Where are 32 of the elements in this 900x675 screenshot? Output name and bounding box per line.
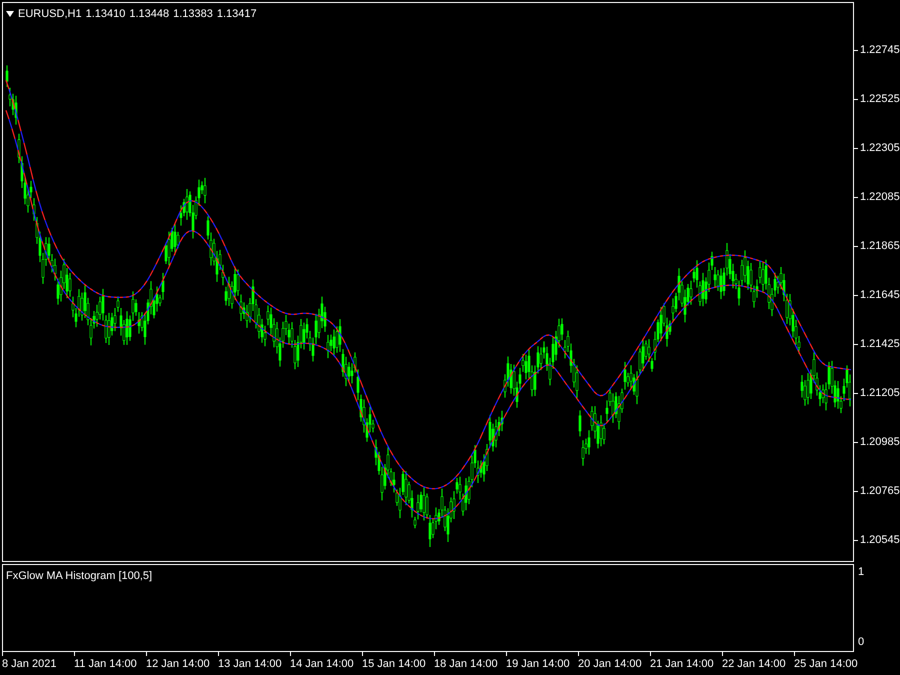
price-axis-label: 1.20765 <box>860 484 900 499</box>
price-axis-label: 1.21645 <box>860 288 900 303</box>
price-axis-label: 1.22745 <box>860 42 900 58</box>
dropdown-triangle-icon[interactable] <box>6 11 14 18</box>
time-axis-label: 11 Jan 14:00 <box>74 657 138 672</box>
time-axis-label: 19 Jan 14:00 <box>506 657 571 672</box>
price-axis-label: 1.21205 <box>860 386 900 401</box>
price-axis-label: 1.22525 <box>860 92 900 107</box>
time-axis-label: 18 Jan 14:00 <box>434 657 499 672</box>
price-axis-label: 1.20985 <box>860 434 900 450</box>
price-axis-label: 1.21865 <box>860 238 900 254</box>
price-axis-label: 1.21425 <box>860 336 900 352</box>
time-axis-label: 22 Jan 14:00 <box>722 657 787 672</box>
price-axis-label: 1.22305 <box>860 140 900 156</box>
time-axis-label: 21 Jan 14:00 <box>650 657 715 672</box>
indicator-label: FxGlow MA Histogram [100,5] <box>6 570 152 582</box>
time-axis-label: 20 Jan 14:00 <box>578 657 643 672</box>
time-axis-label: 12 Jan 14:00 <box>146 657 211 672</box>
price-value: 1.13417 <box>216 7 257 22</box>
symbol-label: EURUSD,H1 <box>18 7 82 22</box>
time-axis-label: 15 Jan 14:00 <box>362 657 427 672</box>
time-axis-label: 25 Jan 14:00 <box>794 657 859 672</box>
indicator-scale-label: 0 <box>858 634 864 650</box>
price-axis-label: 1.20545 <box>860 532 900 548</box>
time-axis-label: 14 Jan 14:00 <box>290 657 355 672</box>
time-axis-label: 13 Jan 14:00 <box>218 657 283 672</box>
price-value: 1.13410 <box>86 7 126 22</box>
price-value: 1.13448 <box>129 7 170 22</box>
price-axis-label: 1.22085 <box>860 190 900 205</box>
price-value: 1.13383 <box>173 7 213 22</box>
time-axis-label: 8 Jan 2021 <box>2 657 58 672</box>
indicator-scale-label: 1 <box>858 565 864 580</box>
